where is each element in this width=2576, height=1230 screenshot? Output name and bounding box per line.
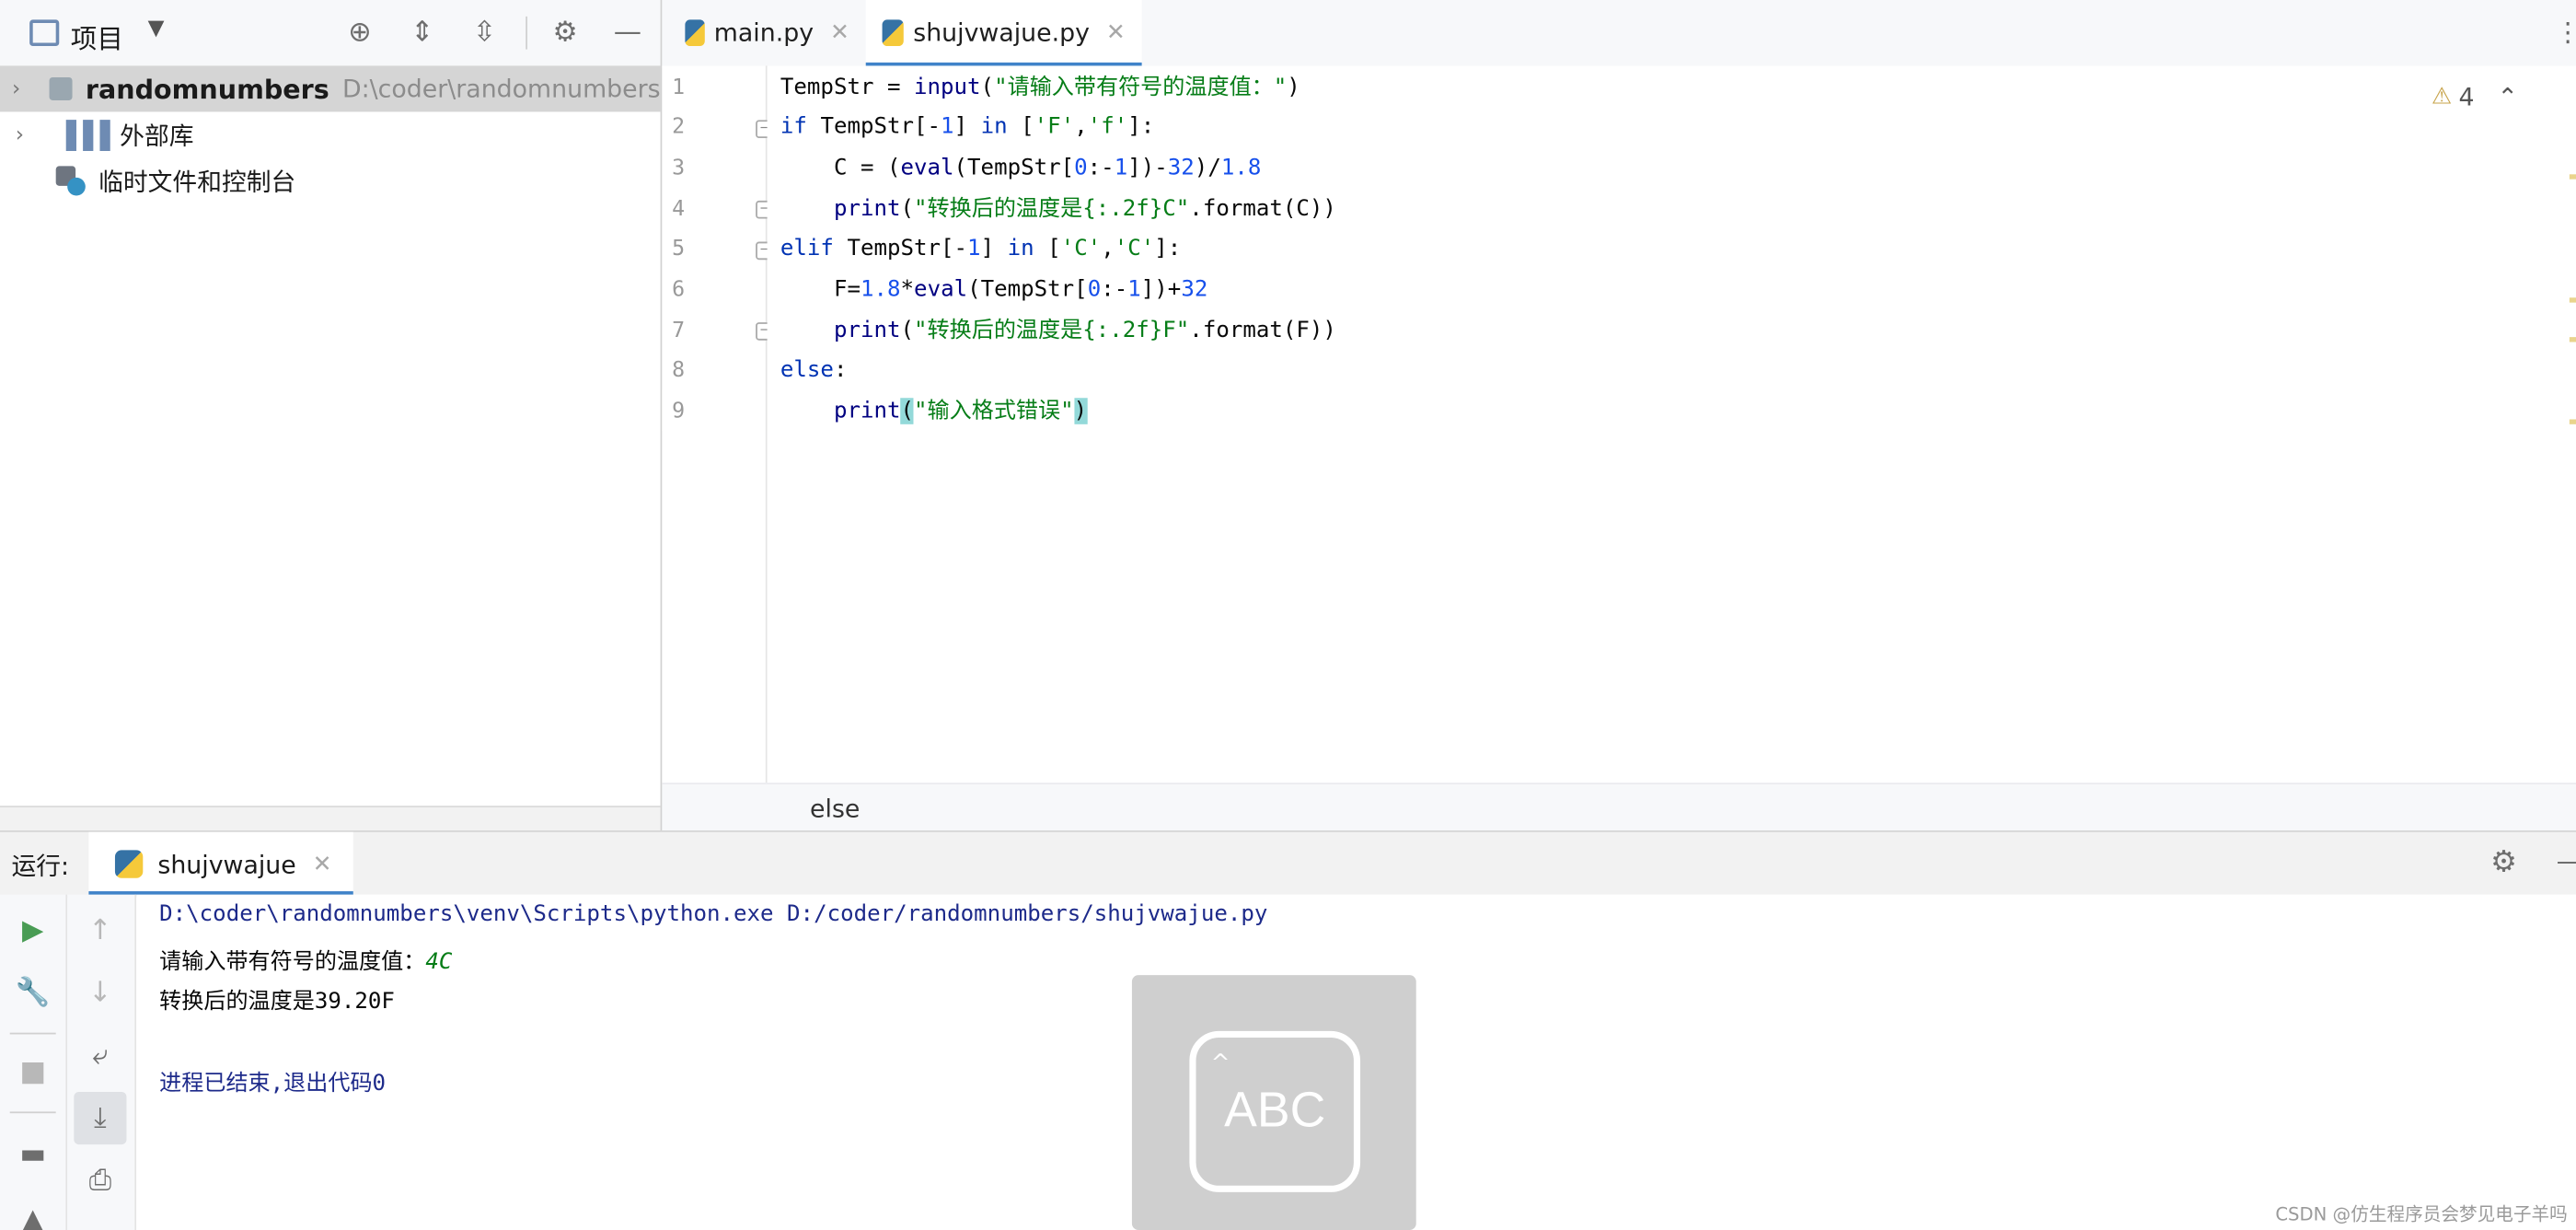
run-tab-label: shujvwajue <box>157 849 296 879</box>
stop-icon[interactable]: ■ <box>10 1050 56 1096</box>
ime-mode-label: ABC <box>1224 1084 1326 1138</box>
tree-item-label: 临时文件和控制台 <box>98 167 296 197</box>
collapse-all-icon[interactable]: ⇳ <box>465 13 504 52</box>
soft-wrap-icon[interactable]: ⤶ <box>77 1033 123 1079</box>
code-line-6: F=1.8*eval(TempStr[0:-1])+32 <box>780 276 1208 303</box>
editor-tabbar: main.py ✕ shujvwajue.py ✕ ⋮ <box>662 0 2576 68</box>
tree-item-external-libraries[interactable]: › ▐▐▐ 外部库 <box>0 111 661 157</box>
minimize-icon[interactable]: — <box>607 13 647 52</box>
console-exit-line: 进程已结束,退出代码0 <box>159 1070 387 1097</box>
run-icon[interactable]: ▶ <box>10 908 56 954</box>
toolbar-divider <box>526 16 528 50</box>
tab-shujvwajue-py[interactable]: shujvwajue.py ✕ <box>865 0 1142 68</box>
folder-icon <box>49 76 73 100</box>
watermark: CSDN @仿生程序员会梦见电子羊吗 <box>2275 1203 2568 1225</box>
python-file-icon <box>685 19 705 47</box>
code-line-3: C = (eval(TempStr[0:-1])-32)/1.8 <box>780 154 1262 181</box>
gear-icon[interactable]: ⚙ <box>546 13 585 52</box>
tree-item-label: randomnumbers <box>85 73 329 105</box>
run-toolbar-secondary: ↑ ↓ ⤶ ⤓ ⎙ <box>67 894 137 1230</box>
project-tree: › randomnumbers D:\coder\randomnumbers ›… <box>0 65 661 806</box>
ide-window: 项目 ▼ ⊕ ⇕ ⇳ ⚙ — › randomnumbers D:\coder\… <box>0 0 2576 1230</box>
tree-item-randomnumbers[interactable]: › randomnumbers D:\coder\randomnumbers <box>0 65 661 112</box>
tab-label: shujvwajue.py <box>913 17 1090 48</box>
close-icon[interactable]: ✕ <box>830 19 849 46</box>
warning-icon: ⚠ <box>2431 84 2453 110</box>
arrow-up-icon[interactable]: ↑ <box>77 908 123 954</box>
project-view-icon <box>29 19 60 47</box>
library-icon: ▐▐▐ <box>55 119 110 151</box>
horizontal-scrollbar[interactable] <box>0 806 661 830</box>
expand-all-icon[interactable]: ⇕ <box>402 13 442 52</box>
error-stripe-mark[interactable] <box>2569 419 2576 424</box>
code-line-5: elif TempStr[-1] in ['C','C']: <box>780 235 1182 261</box>
line-number: 3 <box>672 156 686 181</box>
code-editor[interactable]: TempStr = input("请输入带有符号的温度值：") if TempS… <box>767 65 2576 783</box>
editor-gutter: 1 2 3 4 5 6 7 8 9 − − − − <box>662 65 774 783</box>
line-number: 5 <box>672 237 686 261</box>
warning-count: 4 <box>2458 82 2475 112</box>
console-command: D:\coder\randomnumbers\venv\Scripts\pyth… <box>159 900 1268 928</box>
tab-label: main.py <box>713 17 814 48</box>
wrench-icon[interactable]: 🔧 <box>10 970 56 1016</box>
line-number: 9 <box>672 400 686 424</box>
console-output-line: 转换后的温度是39.20F <box>159 988 395 1015</box>
chevron-up-icon[interactable]: ⌃ <box>2498 82 2518 111</box>
error-stripe-mark[interactable] <box>2569 297 2576 303</box>
python-file-icon <box>882 19 904 47</box>
code-line-4: print("转换后的温度是{:.2f}C".format(C)) <box>833 195 1336 223</box>
more-tabs-icon[interactable]: ⋮ <box>2555 17 2576 48</box>
arrow-down-icon[interactable]: ↓ <box>77 970 123 1016</box>
locate-icon[interactable]: ⊕ <box>341 13 380 52</box>
tree-item-path: D:\coder\randomnumbers <box>342 74 661 104</box>
error-stripe-mark[interactable] <box>2569 174 2576 180</box>
minimize-icon[interactable]: — <box>2557 845 2576 876</box>
line-number: 1 <box>672 75 686 100</box>
code-line-8: else: <box>780 356 848 384</box>
project-panel-header: 项目 ▼ ⊕ ⇕ ⇳ ⚙ — <box>0 0 661 68</box>
code-line-9: print("输入格式错误") <box>833 398 1088 424</box>
close-icon[interactable]: ✕ <box>1106 19 1126 46</box>
scratches-icon <box>55 166 86 196</box>
print-icon[interactable]: ⎙ <box>77 1157 123 1203</box>
console-user-input: 4C <box>425 948 453 976</box>
error-stripe-mark[interactable] <box>2569 337 2576 342</box>
inspection-widget[interactable]: ⚠ 4 ⌃ <box>2432 82 2518 111</box>
python-icon <box>114 850 144 878</box>
tree-item-label: 外部库 <box>120 121 194 151</box>
chevron-right-icon[interactable]: › <box>4 76 29 101</box>
chevron-down-icon[interactable]: ▼ <box>148 17 165 41</box>
breadcrumb-item[interactable]: else <box>810 795 860 824</box>
line-number: 7 <box>672 319 686 344</box>
ime-indicator: ^ ABC <box>1131 975 1416 1230</box>
gear-icon[interactable]: ⚙ <box>2490 845 2517 880</box>
ime-mode-box: ABC <box>1189 1030 1361 1192</box>
toolbar-divider <box>9 1032 56 1035</box>
code-line-1: TempStr = input("请输入带有符号的温度值：") <box>780 74 1300 100</box>
console-prompt-line: 请输入带有符号的温度值：4C <box>159 948 453 976</box>
line-number: 6 <box>672 277 686 303</box>
close-icon[interactable]: ✕ <box>313 851 332 877</box>
scroll-to-end-icon[interactable]: ⤓ <box>74 1091 127 1145</box>
toolbar-divider <box>9 1111 56 1114</box>
run-toolbar-primary: ▶ 🔧 ■ ▬ ▲ <box>0 894 68 1230</box>
run-panel-header: 运行: shujvwajue ✕ ⚙ — <box>0 830 2576 899</box>
code-line-7: print("转换后的温度是{:.2f}F".format(F)) <box>833 317 1336 344</box>
tree-item-scratches[interactable]: 临时文件和控制台 <box>0 157 661 203</box>
run-panel-label: 运行: <box>11 852 70 882</box>
breadcrumb: else <box>662 783 2576 832</box>
line-number: 8 <box>672 358 686 384</box>
line-number: 4 <box>672 197 686 223</box>
tab-main-py[interactable]: main.py ✕ <box>669 0 866 65</box>
run-tab[interactable]: shujvwajue ✕ <box>88 831 353 897</box>
project-panel-title[interactable]: 项目 <box>71 17 123 56</box>
layout-icon[interactable]: ▬ <box>10 1131 56 1178</box>
pin-icon[interactable]: ▲ <box>10 1197 56 1230</box>
chevron-right-icon[interactable]: › <box>4 122 37 147</box>
code-line-2: if TempStr[-1] in ['F','f']: <box>780 113 1155 140</box>
line-number: 2 <box>672 115 686 140</box>
